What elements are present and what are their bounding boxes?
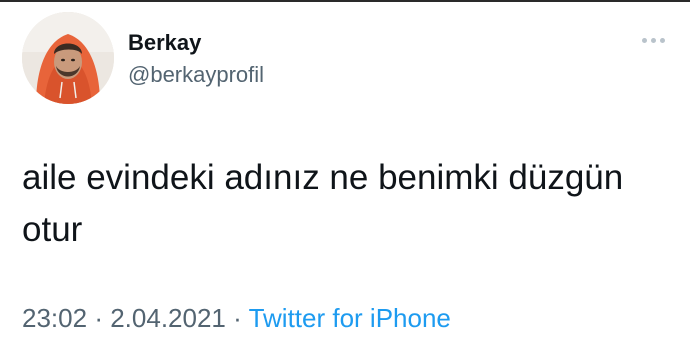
user-handle[interactable]: @berkayprofil bbox=[128, 62, 264, 88]
tweet-metadata: 23:02 · 2.04.2021 · Twitter for iPhone bbox=[22, 303, 451, 334]
more-dot bbox=[642, 37, 647, 43]
avatar-image bbox=[22, 12, 114, 104]
more-dot bbox=[660, 37, 665, 43]
tweet-source-link[interactable]: Twitter for iPhone bbox=[249, 303, 451, 333]
meta-separator: · bbox=[94, 303, 103, 333]
avatar[interactable] bbox=[22, 12, 114, 104]
meta-separator: · bbox=[233, 303, 242, 333]
more-horizontal-icon[interactable] bbox=[642, 34, 672, 46]
tweet-date[interactable]: 2.04.2021 bbox=[110, 303, 226, 333]
tweet-time[interactable]: 23:02 bbox=[22, 303, 87, 333]
tweet-text: aile evindeki adınız ne benimki düzgün o… bbox=[22, 158, 624, 249]
top-border bbox=[0, 0, 690, 2]
display-name[interactable]: Berkay bbox=[128, 30, 201, 56]
more-dot bbox=[651, 37, 656, 43]
